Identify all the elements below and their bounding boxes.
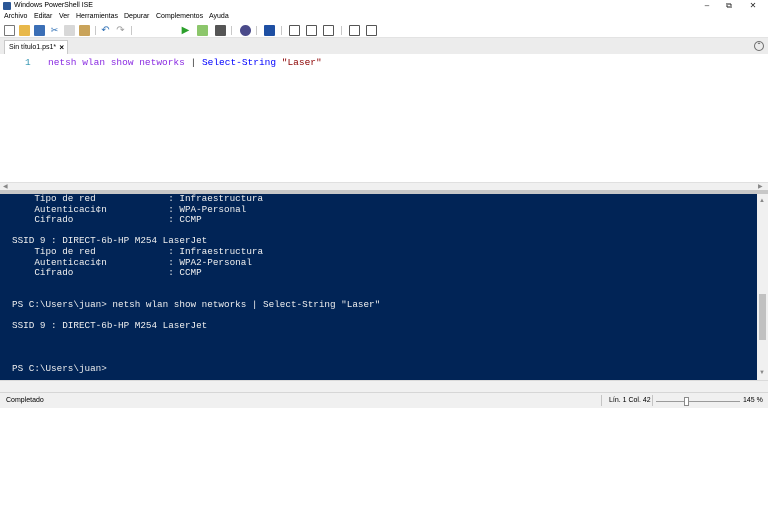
console-line: Autenticaci¢n : WPA2-Personal xyxy=(12,256,252,268)
redo-icon[interactable]: ↷ xyxy=(115,25,126,36)
start-powershell-icon[interactable] xyxy=(264,25,275,36)
scroll-right-icon[interactable]: ▶ xyxy=(758,183,763,190)
scroll-left-icon[interactable]: ◀ xyxy=(3,183,8,190)
console-line: PS C:\Users\juan> netsh wlan show networ… xyxy=(12,299,381,310)
console-line: Tipo de red : Infraestructura xyxy=(12,246,264,257)
window-title: Windows PowerShell ISE xyxy=(14,2,93,9)
token-string: "Laser" xyxy=(276,57,322,68)
remote-powershell-icon[interactable] xyxy=(240,25,251,36)
cut-icon[interactable]: ✂ xyxy=(49,25,60,36)
token-pipe: | xyxy=(190,57,202,68)
show-command-window-icon[interactable] xyxy=(349,25,360,36)
show-script-pane-maximized-icon[interactable] xyxy=(323,25,334,36)
powershell-app-icon xyxy=(3,2,11,10)
menu-ayuda[interactable]: Ayuda xyxy=(209,13,229,20)
save-icon[interactable] xyxy=(34,25,45,36)
powershell-ise-window: Windows PowerShell ISE – ⧉ ✕ Archivo Edita… xyxy=(0,0,768,532)
paste-icon[interactable] xyxy=(79,25,90,36)
console-bottom-bar xyxy=(0,380,768,392)
title-bar: Windows PowerShell ISE – ⧉ ✕ xyxy=(0,0,768,12)
token-arguments: wlan show networks xyxy=(76,57,191,68)
menu-depurar[interactable]: Depurar xyxy=(124,13,149,20)
scroll-down-icon[interactable]: ▼ xyxy=(759,370,765,376)
new-file-icon[interactable] xyxy=(4,25,15,36)
script-horizontal-scrollbar[interactable]: ◀ ▶ xyxy=(0,182,768,190)
console-line: Cifrado : CCMP xyxy=(12,267,202,279)
show-script-pane-right-icon[interactable] xyxy=(306,25,317,36)
menu-herramientas[interactable]: Herramientas xyxy=(76,13,118,20)
open-folder-icon[interactable] xyxy=(19,25,30,36)
line-number: 1 xyxy=(25,57,31,68)
token-command: netsh xyxy=(48,57,77,68)
script-pane[interactable]: 1 netsh wlan show networks | Select-Stri… xyxy=(0,54,768,182)
show-script-pane-top-icon[interactable] xyxy=(289,25,300,36)
toolbar: ✂ ↶ ↷ ▶ xyxy=(0,23,768,38)
console-line: Tipo de red : Infraestructura xyxy=(12,194,264,204)
copy-icon[interactable] xyxy=(64,25,75,36)
run-selection-icon[interactable] xyxy=(197,25,208,36)
restore-icon[interactable]: ⧉ xyxy=(718,0,740,12)
menu-archivo[interactable]: Archivo xyxy=(4,13,27,20)
console-line: Autenticaci¢n : WPA-Personal xyxy=(12,203,247,215)
tab-sin-titulo1[interactable]: Sin título1.ps1* × xyxy=(4,40,68,54)
scrollbar-thumb[interactable] xyxy=(759,294,766,340)
stop-icon[interactable] xyxy=(215,25,226,36)
undo-icon[interactable]: ↶ xyxy=(100,25,111,36)
zoom-slider-track[interactable] xyxy=(656,401,740,402)
script-tab-strip: Sin título1.ps1* × ⌃ xyxy=(0,38,768,54)
show-command-addon-icon[interactable] xyxy=(366,25,377,36)
menu-complementos[interactable]: Complementos xyxy=(156,13,203,20)
tab-label: Sin título1.ps1* xyxy=(9,44,57,51)
console-line: Cifrado : CCMP xyxy=(12,214,202,226)
close-icon[interactable]: ✕ xyxy=(742,0,764,12)
token-cmdlet: Select-String xyxy=(201,57,277,68)
console-line: PS C:\Users\juan> xyxy=(12,362,107,374)
scroll-up-icon[interactable]: ▲ xyxy=(759,198,765,204)
tab-close-icon[interactable]: × xyxy=(59,41,64,54)
status-bar: Completado Lín. 1 Col. 42 145 % xyxy=(0,392,768,408)
menu-ver[interactable]: Ver xyxy=(59,13,70,20)
collapse-script-pane-icon[interactable]: ⌃ xyxy=(754,41,764,51)
script-line-1[interactable]: netsh wlan show networks | Select-String… xyxy=(48,57,322,68)
console-line: SSID 9 : DIRECT-6b-HP M254 LaserJet xyxy=(12,320,208,332)
zoom-slider-thumb[interactable] xyxy=(684,397,689,406)
zoom-level: 145 % xyxy=(743,397,763,404)
console-vertical-scrollbar[interactable]: ▲ ▼ xyxy=(757,194,768,380)
minimize-icon[interactable]: – xyxy=(696,0,718,12)
status-text: Completado xyxy=(6,397,44,404)
run-icon[interactable]: ▶ xyxy=(180,25,191,36)
menu-editar[interactable]: Editar xyxy=(34,13,52,20)
menu-bar: Archivo Editar Ver Herramientas Depurar … xyxy=(0,12,768,23)
cursor-position: Lín. 1 Col. 42 xyxy=(609,397,651,404)
console-line: SSID 9 : DIRECT-6b-HP M254 LaserJet xyxy=(12,235,208,247)
console-pane[interactable]: Tipo de red : Infraestructura Autenticac… xyxy=(0,194,757,380)
